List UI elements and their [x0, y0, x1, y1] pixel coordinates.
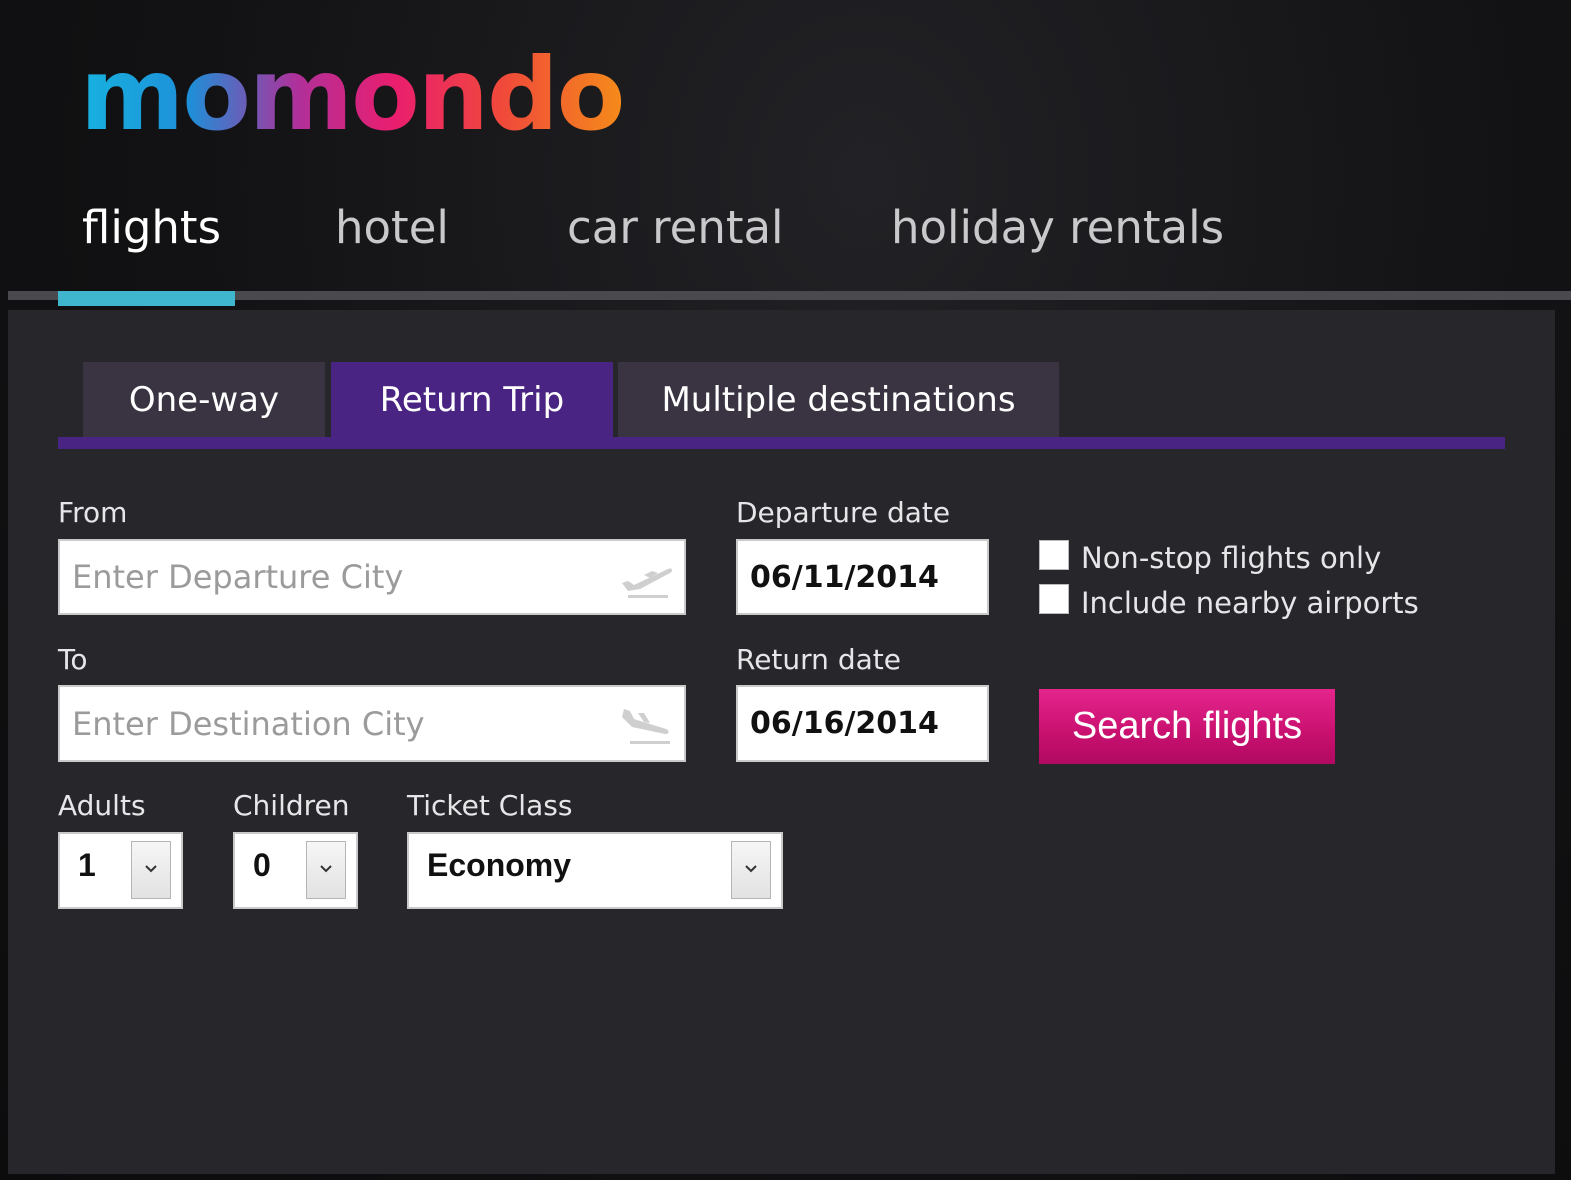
nonstop-checkbox[interactable]	[1039, 540, 1069, 570]
from-field-container	[58, 539, 686, 615]
nav-item-car-rental[interactable]: car rental	[567, 198, 784, 258]
nearby-airports-checkbox[interactable]	[1039, 584, 1069, 614]
to-input[interactable]	[72, 687, 612, 760]
chevron-down-icon[interactable]	[131, 841, 171, 899]
nav-divider	[8, 291, 1571, 300]
from-input[interactable]	[72, 541, 612, 613]
nonstop-label: Non-stop flights only	[1081, 541, 1382, 575]
return-date-label: Return date	[736, 643, 901, 676]
from-label: From	[58, 496, 128, 529]
ticket-class-value: Economy	[427, 847, 572, 883]
nav-active-indicator	[58, 291, 235, 306]
search-flights-button[interactable]: Search flights	[1039, 689, 1335, 764]
departure-date-container	[736, 539, 989, 615]
adults-label: Adults	[58, 789, 146, 822]
nav-item-hotel[interactable]: hotel	[335, 198, 449, 258]
chevron-down-icon[interactable]	[306, 841, 346, 899]
page: momondo flights hotel car rental holiday…	[0, 0, 1571, 1180]
nav-item-holiday-rentals[interactable]: holiday rentals	[891, 198, 1224, 258]
to-label: To	[58, 643, 88, 676]
momondo-logo[interactable]: momondo	[80, 40, 625, 150]
to-field-container	[58, 685, 686, 762]
departure-date-input[interactable]	[750, 541, 975, 613]
adults-value: 1	[78, 847, 96, 883]
tab-return-trip[interactable]: Return Trip	[331, 362, 613, 438]
nearby-airports-label: Include nearby airports	[1081, 586, 1419, 620]
departure-date-label: Departure date	[736, 496, 951, 529]
plane-takeoff-icon	[618, 557, 674, 601]
ticket-class-select[interactable]: Economy	[407, 832, 783, 909]
tab-underline	[58, 437, 1505, 449]
children-value: 0	[253, 847, 271, 883]
ticket-class-label: Ticket Class	[407, 789, 573, 822]
adults-select[interactable]: 1	[58, 832, 183, 909]
children-select[interactable]: 0	[233, 832, 358, 909]
children-label: Children	[233, 789, 350, 822]
return-date-container	[736, 685, 989, 762]
tab-multiple-destinations[interactable]: Multiple destinations	[618, 362, 1059, 438]
return-date-input[interactable]	[750, 687, 975, 760]
nav-item-flights[interactable]: flights	[82, 198, 221, 258]
tab-one-way[interactable]: One-way	[83, 362, 325, 438]
plane-landing-icon	[618, 703, 674, 747]
chevron-down-icon[interactable]	[731, 841, 771, 899]
